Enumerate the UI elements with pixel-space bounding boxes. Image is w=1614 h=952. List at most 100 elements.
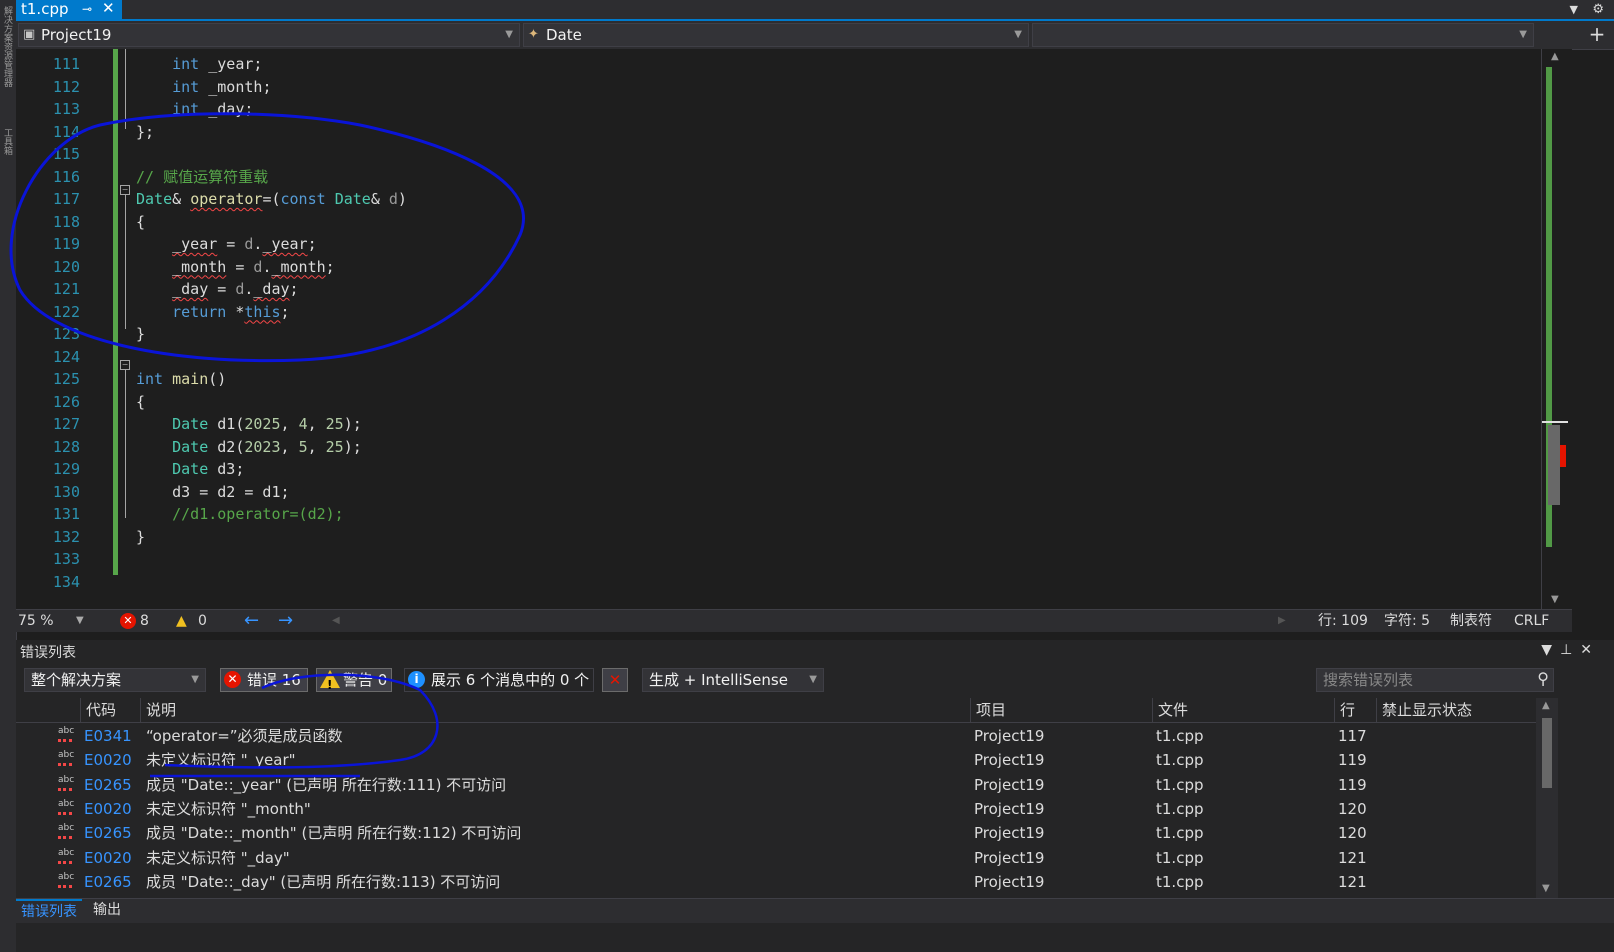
arrow-right-icon[interactable]: →	[278, 610, 293, 632]
code-line[interactable]: _day = d._day;	[136, 278, 298, 300]
tab-error-list[interactable]: 错误列表	[16, 899, 82, 923]
eol-indicator[interactable]: CRLF	[1514, 610, 1549, 632]
line-number: 132	[52, 527, 80, 546]
warning-count[interactable]: 0	[198, 610, 207, 632]
pin-icon[interactable]: ⊥	[1560, 642, 1580, 658]
code-line[interactable]: int _month;	[136, 76, 271, 98]
chevron-down-icon[interactable]: ▼	[76, 610, 84, 632]
tab-list-dropdown-icon[interactable]: ▼	[1570, 0, 1578, 19]
project-name: Project19	[41, 26, 112, 44]
error-row[interactable]: abc E0265 成员 "Date::_month" (已声明 所在行数:112)…	[16, 821, 1536, 845]
arrow-left-icon[interactable]: ←	[244, 610, 259, 632]
error-row[interactable]: abc E0020 未定义标识符 "_year" Project19 t1.cpp 119	[16, 748, 1536, 772]
solution-explorer-tab[interactable]: 解决方案资源管理器	[2, 6, 12, 87]
scroll-down-icon[interactable]: ▼	[1551, 594, 1559, 605]
error-code[interactable]: E0020	[84, 748, 132, 772]
error-row[interactable]: abc E0341 “operator=”必须是成员函数 Project19 t1.cp…	[16, 724, 1536, 748]
column-code[interactable]: 代码	[80, 698, 140, 722]
error-row[interactable]: abc E0020 未定义标识符 "_day" Project19 t1.cpp 121	[16, 846, 1536, 870]
line-number: 124	[52, 347, 80, 366]
split-window-icon[interactable]: +	[1586, 23, 1608, 47]
error-code[interactable]: E0020	[84, 846, 132, 870]
scroll-thumb[interactable]	[1548, 425, 1560, 505]
pin-icon[interactable]: ⊸	[82, 0, 92, 19]
code-line[interactable]: Date& operator=(const Date& d)	[136, 188, 407, 210]
code-line[interactable]: };	[136, 121, 154, 143]
panel-menu-icon[interactable]: ▼	[1541, 642, 1560, 658]
filter-clear-icon[interactable]: ✕	[602, 668, 628, 692]
error-project: Project19	[974, 872, 1045, 891]
error-project: Project19	[974, 824, 1045, 843]
member-dropdown[interactable]: ▼	[1032, 23, 1534, 47]
error-code[interactable]: E0341	[84, 724, 132, 748]
fold-toggle-operator[interactable]: −	[120, 185, 130, 195]
code-line[interactable]: }	[136, 526, 145, 548]
error-row[interactable]: abc E0020 未定义标识符 "_month" Project19 t1.cpp 12…	[16, 797, 1536, 821]
code-line[interactable]: return *this;	[136, 301, 289, 323]
line-number: 129	[52, 460, 80, 478]
error-grid-scrollbar[interactable]: ▲ ▼	[1536, 698, 1558, 898]
scope-filter-dropdown[interactable]: 整个解决方案 ▼	[24, 668, 206, 692]
hscroll-left-icon[interactable]: ◀	[332, 610, 340, 632]
column-line[interactable]: 行	[1334, 698, 1376, 722]
build-filter-dropdown[interactable]: 生成 + IntelliSense ▼	[642, 668, 824, 692]
code-line[interactable]: int main()	[136, 368, 226, 390]
scroll-up-icon[interactable]: ▲	[1542, 700, 1550, 711]
code-line[interactable]: _month = d._month;	[136, 256, 335, 278]
tabs-indicator[interactable]: 制表符	[1450, 610, 1492, 632]
column-file[interactable]: 文件	[1152, 698, 1334, 722]
error-code[interactable]: E0265	[84, 773, 132, 797]
code-line[interactable]: Date d2(2023, 5, 25);	[136, 436, 362, 458]
column-project[interactable]: 项目	[970, 698, 1152, 722]
code-line[interactable]: Date d1(2025, 4, 25);	[136, 413, 362, 435]
sort-column[interactable]	[16, 698, 80, 722]
tab-output[interactable]: 输出	[88, 899, 126, 921]
column-suppression[interactable]: 禁止显示状态	[1376, 698, 1530, 722]
zoom-level[interactable]: 75 %	[18, 610, 54, 632]
code-line[interactable]: int _day;	[136, 98, 253, 120]
code-line[interactable]: Date d3;	[136, 458, 244, 480]
tab-t1-cpp[interactable]: t1.cpp ⊸ ✕	[16, 0, 122, 19]
toolbox-tab[interactable]: 工具箱	[2, 128, 12, 155]
error-count[interactable]: 8	[140, 610, 149, 632]
editor-vertical-scrollbar[interactable]: ▲ ▼	[1541, 49, 1572, 609]
code-editor[interactable]: 111 int _year; 112 int _month; 113 int _da…	[16, 49, 1572, 609]
editor-status-strip: 75 % ▼ ✕ 8 ▲ 0 ← → ◀ ▶ 行: 109 字符: 5 制表符 …	[16, 609, 1572, 632]
code-line[interactable]: // 赋值运算符重载	[136, 166, 268, 188]
scroll-up-icon[interactable]: ▲	[1551, 51, 1559, 62]
hscroll-right-icon[interactable]: ▶	[1278, 610, 1286, 632]
line-number: 119	[52, 235, 80, 253]
warnings-toggle-button[interactable]: ! 警告 0	[316, 668, 392, 692]
code-line[interactable]: {	[136, 391, 145, 413]
error-description: 成员 "Date::_day" (已声明 所在行数:113) 不可访问	[146, 872, 501, 891]
error-code[interactable]: E0020	[84, 797, 132, 821]
code-line[interactable]: int _year;	[136, 53, 262, 75]
close-icon[interactable]: ✕	[1580, 642, 1600, 658]
code-line[interactable]: d3 = d2 = d1;	[136, 481, 289, 503]
column-description[interactable]: 说明	[140, 698, 970, 722]
code-line[interactable]: {	[136, 211, 145, 233]
gear-icon[interactable]: ⚙	[1592, 0, 1604, 19]
project-dropdown[interactable]: ▣ Project19 ▼	[18, 23, 520, 47]
search-error-list-box[interactable]: 搜索错误列表 ⚲	[1316, 668, 1554, 692]
scroll-down-icon[interactable]: ▼	[1542, 883, 1550, 894]
fold-toggle-main[interactable]: −	[120, 360, 130, 370]
line-indicator[interactable]: 行: 109	[1318, 610, 1368, 632]
code-line[interactable]: //d1.operator=(d2);	[136, 503, 344, 525]
error-code[interactable]: E0265	[84, 821, 132, 845]
chevron-down-icon: ▼	[191, 674, 199, 685]
close-icon[interactable]: ✕	[102, 0, 115, 18]
scroll-thumb[interactable]	[1542, 718, 1552, 788]
error-list-panel: 错误列表 ▼⊥✕ 整个解决方案 ▼ ✕ 错误 16 ! 警告 0 i 展示 6 …	[16, 640, 1614, 952]
error-code[interactable]: E0265	[84, 870, 132, 894]
column-indicator[interactable]: 字符: 5	[1384, 610, 1430, 632]
chevron-down-icon: ▼	[1014, 29, 1022, 40]
errors-toggle-button[interactable]: ✕ 错误 16	[220, 668, 308, 692]
scope-dropdown[interactable]: ✦ Date ▼	[523, 23, 1029, 47]
error-row[interactable]: abc E0265 成员 "Date::_year" (已声明 所在行数:111) …	[16, 773, 1536, 797]
search-icon[interactable]: ⚲	[1537, 668, 1549, 690]
messages-toggle-button[interactable]: i 展示 6 个消息中的 0 个	[404, 668, 594, 692]
code-line[interactable]: }	[136, 323, 145, 345]
error-row[interactable]: abc E0265 成员 "Date::_day" (已声明 所在行数:113) 不…	[16, 870, 1536, 894]
code-line[interactable]: _year = d._year;	[136, 233, 317, 255]
